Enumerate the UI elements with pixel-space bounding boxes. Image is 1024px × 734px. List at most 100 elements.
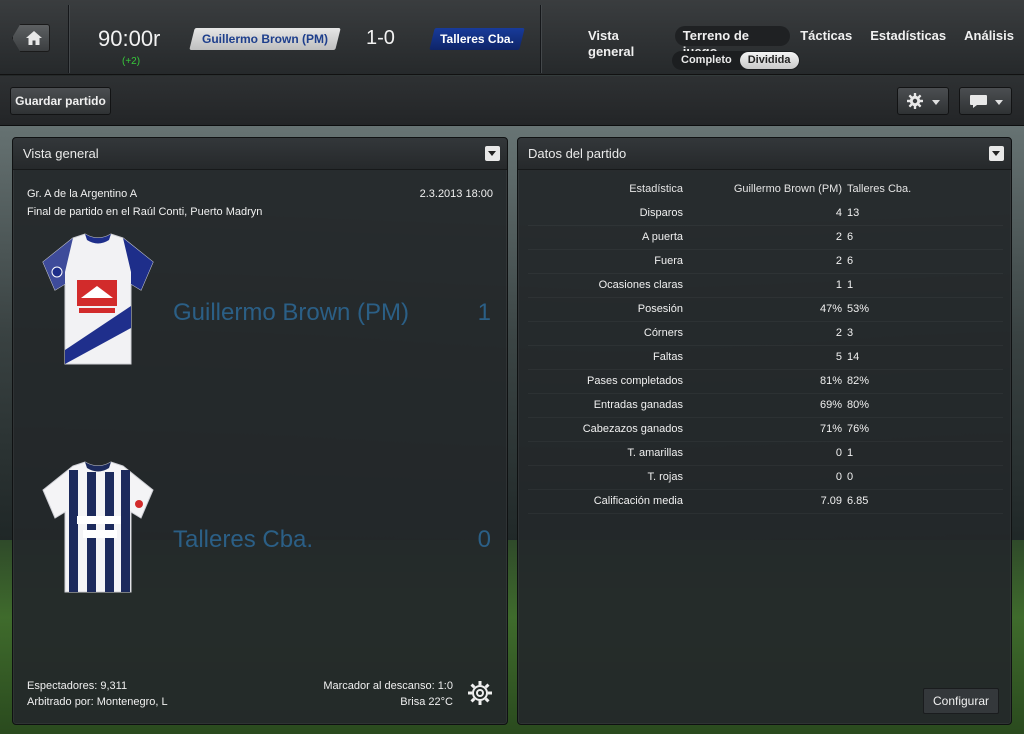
settings-button[interactable] bbox=[897, 87, 949, 115]
stats-row: Pases completados 81% 82% bbox=[518, 370, 1013, 394]
stat-home-value: 71% bbox=[819, 423, 842, 435]
stat-label: Disparos bbox=[639, 207, 683, 219]
referee-label: Arbitrado por: Montenegro, L bbox=[27, 696, 168, 708]
stats-row: Posesión 47% 53% bbox=[518, 298, 1013, 322]
stat-home-value: 47% bbox=[819, 303, 842, 315]
stats-row: Fuera 2 6 bbox=[518, 250, 1013, 274]
stats-header-row: Estadística Guillermo Brown (PM) Tallere… bbox=[518, 178, 1013, 202]
panel-menu-dropdown[interactable] bbox=[485, 146, 500, 161]
panel-header: Vista general bbox=[13, 138, 507, 170]
match-clock: 90:00r bbox=[98, 26, 161, 51]
stat-away-value: 1 bbox=[847, 447, 854, 459]
gear-icon bbox=[907, 93, 923, 109]
competition-label: Gr. A de la Argentino A bbox=[27, 188, 138, 200]
home-button[interactable] bbox=[12, 24, 50, 52]
match-score: 1-0 bbox=[366, 27, 395, 49]
stats-row: Córners 2 3 bbox=[518, 322, 1013, 346]
home-icon bbox=[26, 31, 42, 45]
stat-away-value: 1 bbox=[847, 279, 854, 291]
added-time: (+2) bbox=[122, 56, 141, 67]
match-stats-panel: Datos del partido Estadística Guillermo … bbox=[517, 137, 1012, 725]
halftime-score-label: Marcador al descanso: 1:0 bbox=[323, 680, 453, 692]
toolbar: Guardar partido bbox=[0, 76, 1024, 126]
stat-home-value: 2 bbox=[835, 231, 842, 243]
view-mode-toggle: Completo Dividida bbox=[672, 51, 800, 70]
tab-vista-general[interactable]: Vista general bbox=[580, 26, 673, 59]
stat-home-value: 0 bbox=[835, 471, 842, 483]
overview-panel: Vista general Gr. A de la Argentino A 2.… bbox=[12, 137, 508, 725]
header-divider bbox=[540, 5, 541, 73]
stat-home-value: 4 bbox=[835, 207, 842, 219]
stat-away-value: 6 bbox=[847, 231, 854, 243]
panel-header: Datos del partido bbox=[518, 138, 1011, 170]
stat-away-value: 6 bbox=[847, 255, 854, 267]
away-team-score: 0 bbox=[477, 526, 491, 553]
weather-settings-icon[interactable] bbox=[467, 680, 493, 706]
away-team-name[interactable]: Talleres Cba. bbox=[432, 28, 522, 50]
stats-row: Ocasiones claras 1 1 bbox=[518, 274, 1013, 298]
stat-home-value: 2 bbox=[835, 327, 842, 339]
stat-home-value: 5 bbox=[835, 351, 842, 363]
stat-home-value: 7.09 bbox=[820, 495, 842, 507]
match-header: 90:00r (+2) Guillermo Brown (PM) 1-0 Tal… bbox=[0, 0, 1024, 75]
stat-label: Pases completados bbox=[587, 375, 683, 387]
stats-row: T. rojas 0 0 bbox=[518, 466, 1013, 490]
stat-away-value: 3 bbox=[847, 327, 854, 339]
spectators-label: Espectadores: 9,311 bbox=[27, 680, 128, 692]
stat-away-value: 53% bbox=[847, 303, 870, 315]
subtab-completo[interactable]: Completo bbox=[673, 52, 740, 69]
stats-table: Estadística Guillermo Brown (PM) Tallere… bbox=[518, 178, 1013, 514]
stats-row: Entradas ganadas 69% 80% bbox=[518, 394, 1013, 418]
stat-home-value: 69% bbox=[819, 399, 842, 411]
home-kit-image bbox=[42, 233, 154, 365]
subtab-dividida[interactable]: Dividida bbox=[739, 52, 799, 69]
stat-label: Posesión bbox=[637, 303, 683, 315]
home-team-label: Guillermo Brown (PM) bbox=[173, 299, 410, 326]
weather-label: Brisa 22°C bbox=[400, 696, 453, 708]
home-team-name[interactable]: Guillermo Brown (PM) bbox=[192, 28, 338, 50]
tab-tacticas[interactable]: Tácticas bbox=[792, 26, 860, 46]
stat-label: Córners bbox=[643, 327, 683, 339]
stats-header-stat: Estadística bbox=[629, 183, 683, 195]
chevron-down-icon bbox=[932, 100, 940, 105]
stat-home-value: 2 bbox=[835, 255, 842, 267]
stat-label: Calificación media bbox=[593, 495, 683, 507]
stat-away-value: 82% bbox=[847, 375, 870, 387]
stats-header-home: Guillermo Brown (PM) bbox=[733, 183, 842, 195]
stat-label: Entradas ganadas bbox=[593, 399, 683, 411]
stat-home-value: 81% bbox=[819, 375, 842, 387]
stat-away-value: 6.85 bbox=[847, 495, 869, 507]
save-match-button[interactable]: Guardar partido bbox=[10, 87, 111, 115]
stats-row: Cabezazos ganados 71% 76% bbox=[518, 418, 1013, 442]
home-team-score: 1 bbox=[477, 299, 491, 326]
stat-home-value: 1 bbox=[835, 279, 842, 291]
match-date: 2.3.2013 18:00 bbox=[419, 188, 493, 200]
stat-label: Faltas bbox=[653, 351, 683, 363]
away-kit-image bbox=[42, 461, 154, 593]
panel-title: Datos del partido bbox=[528, 146, 627, 161]
tab-terreno-de-juego[interactable]: Terreno de juego bbox=[674, 26, 791, 59]
configure-button[interactable]: Configurar bbox=[923, 688, 999, 714]
stat-away-value: 80% bbox=[847, 399, 870, 411]
tab-analisis[interactable]: Análisis bbox=[956, 26, 1022, 46]
stat-label: Ocasiones claras bbox=[598, 279, 683, 291]
stat-away-value: 13 bbox=[847, 207, 860, 219]
stat-label: T. rojas bbox=[647, 471, 683, 483]
panel-title: Vista general bbox=[23, 146, 99, 161]
stat-away-value: 0 bbox=[847, 471, 854, 483]
stat-label: A puerta bbox=[642, 231, 683, 243]
stat-away-value: 14 bbox=[847, 351, 860, 363]
stats-row: Calificación media 7.09 6.85 bbox=[518, 490, 1013, 514]
away-team-label: Talleres Cba. bbox=[173, 526, 314, 553]
venue-label: Final de partido en el Raúl Conti, Puert… bbox=[27, 206, 263, 218]
panel-menu-dropdown[interactable] bbox=[989, 146, 1004, 161]
stat-label: Fuera bbox=[654, 255, 683, 267]
stats-header-away: Talleres Cba. bbox=[847, 183, 912, 195]
chat-button[interactable] bbox=[959, 87, 1012, 115]
stat-home-value: 0 bbox=[835, 447, 842, 459]
stats-row: A puerta 2 6 bbox=[518, 226, 1013, 250]
stats-row: Disparos 4 13 bbox=[518, 202, 1013, 226]
tab-estadisticas[interactable]: Estadísticas bbox=[862, 26, 954, 46]
stat-away-value: 76% bbox=[847, 423, 870, 435]
stat-label: T. amarillas bbox=[627, 447, 683, 459]
